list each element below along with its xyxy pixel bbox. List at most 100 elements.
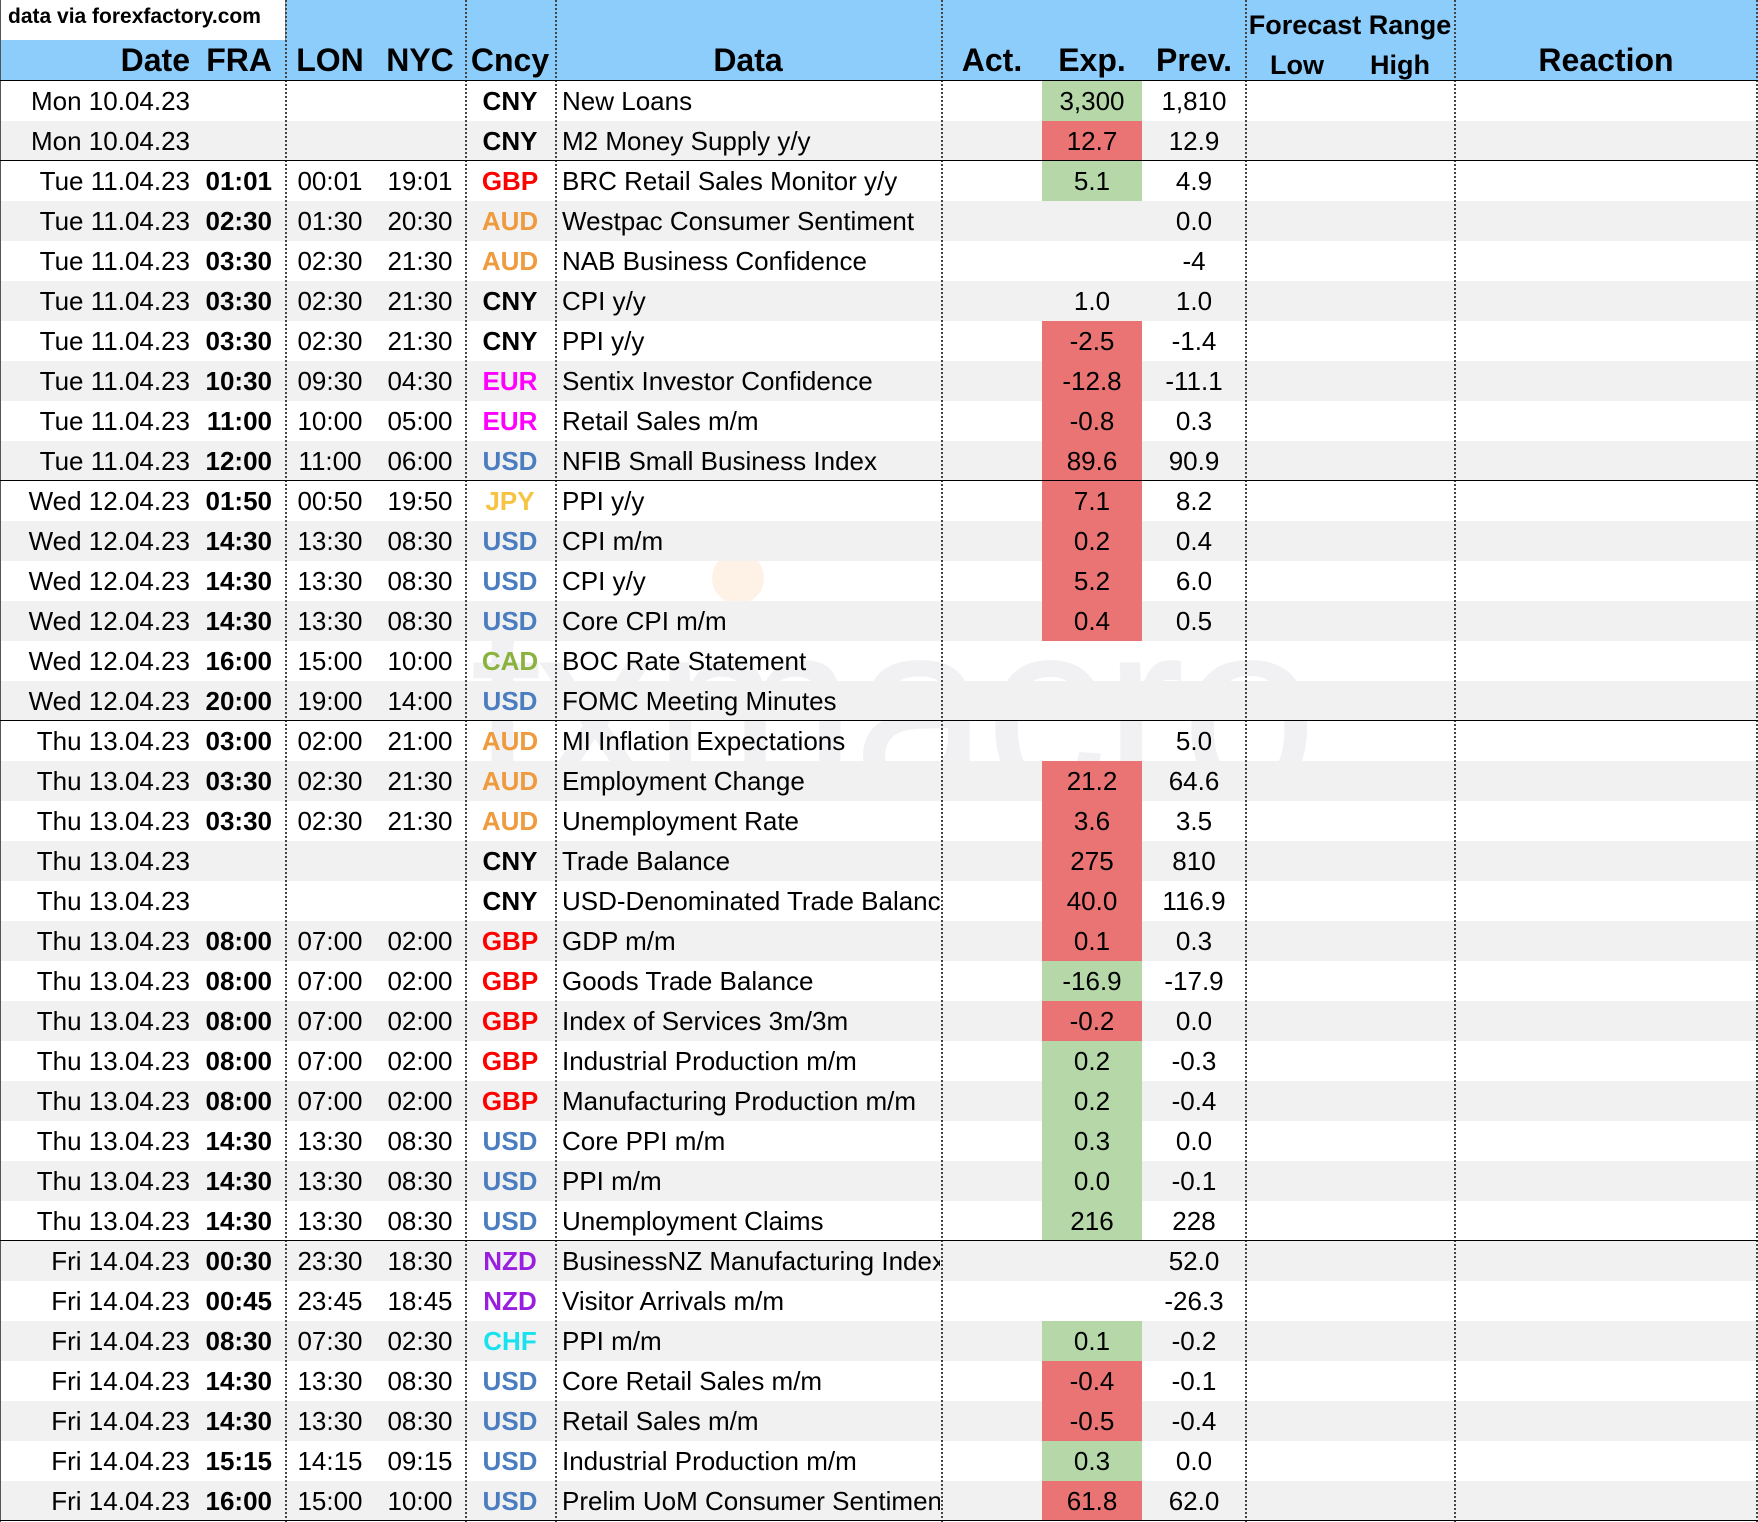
nyc-time-cell: 08:30 xyxy=(387,526,453,556)
lon-time-cell: 07:00 xyxy=(297,926,363,956)
actual-cell xyxy=(942,1081,1042,1121)
lon-time-cell: 14:15 xyxy=(297,1446,363,1476)
lon-time-cell: 13:30 xyxy=(297,1126,363,1156)
fra-time-cell: 08:30 xyxy=(205,1326,273,1356)
previous-cell: -0.4 xyxy=(1171,1406,1217,1436)
nyc-time-cell: 02:00 xyxy=(387,966,453,996)
lon-time-cell: 13:30 xyxy=(297,1406,363,1436)
nyc-time-cell: 02:00 xyxy=(387,926,453,956)
currency-cell: CNY xyxy=(482,126,538,156)
lon-time-cell: 02:30 xyxy=(297,246,363,276)
nyc-time-cell: 19:50 xyxy=(387,486,453,516)
table-row: Tue 11.04.23 03:30 02:30 21:30 CNY PPI y/y -2.… xyxy=(0,321,1758,361)
actual-cell xyxy=(942,1321,1042,1361)
currency-cell: GBP xyxy=(481,966,539,996)
expected-cell: 1.0 xyxy=(1073,286,1111,316)
date-cell: Fri 14.04.23 xyxy=(51,1486,190,1516)
fra-time-cell xyxy=(190,841,272,881)
nyc-time-cell: 21:00 xyxy=(387,726,453,756)
actual-cell xyxy=(942,281,1042,321)
fra-time-cell: 12:00 xyxy=(205,446,273,476)
actual-cell xyxy=(942,681,1042,721)
currency-cell: GBP xyxy=(481,926,539,956)
currency-cell: AUD xyxy=(481,206,539,236)
lon-time-cell: 02:30 xyxy=(297,286,363,316)
actual-cell xyxy=(942,1001,1042,1041)
header-lon: LON xyxy=(296,42,364,78)
previous-cell: -0.2 xyxy=(1171,1326,1217,1356)
lon-time-cell: 07:00 xyxy=(297,1046,363,1076)
nyc-time-cell xyxy=(374,841,466,881)
nyc-time-cell: 08:30 xyxy=(387,1166,453,1196)
expected-cell xyxy=(1042,1241,1142,1281)
table-row: Tue 11.04.23 11:00 10:00 05:00 EUR Retail Sal… xyxy=(0,401,1758,441)
currency-cell: AUD xyxy=(481,806,539,836)
table-row: Fri 14.04.23 08:30 07:30 02:30 CHF PPI m/m 0.1… xyxy=(0,1321,1758,1361)
expected-cell: 0.2 xyxy=(1042,521,1142,561)
fra-time-cell: 14:30 xyxy=(205,526,273,556)
currency-cell: USD xyxy=(482,1406,538,1436)
nyc-time-cell: 02:00 xyxy=(387,1006,453,1036)
event-name-cell: Industrial Production m/m xyxy=(562,1046,857,1076)
currency-cell: CNY xyxy=(482,86,538,116)
table-row: Wed 12.04.23 14:30 13:30 08:30 USD CPI y/y 5.2… xyxy=(0,561,1758,601)
event-name-cell: PPI m/m xyxy=(562,1326,662,1356)
header-act: Act. xyxy=(961,42,1023,78)
header-nyc: NYC xyxy=(386,42,454,78)
lon-time-cell: 02:00 xyxy=(297,726,363,756)
day-separator-wed xyxy=(0,480,1758,481)
date-cell: Wed 12.04.23 xyxy=(28,526,190,556)
table-row: Thu 13.04.23 14:30 13:30 08:30 USD Core PPI m… xyxy=(0,1121,1758,1161)
lon-time-cell: 13:30 xyxy=(297,566,363,596)
currency-cell: GBP xyxy=(481,1006,539,1036)
lon-time-cell: 13:30 xyxy=(297,1166,363,1196)
previous-cell: -11.1 xyxy=(1165,366,1223,396)
table-row: Thu 13.04.23 03:30 02:30 21:30 AUD Unemployme… xyxy=(0,801,1758,841)
grid-line-nyc-cncy xyxy=(465,0,467,1522)
nyc-time-cell: 21:30 xyxy=(387,326,453,356)
nyc-time-cell: 08:30 xyxy=(387,1126,453,1156)
actual-cell xyxy=(942,921,1042,961)
lon-time-cell: 02:30 xyxy=(297,766,363,796)
table-row: Thu 13.04.23 08:00 07:00 02:00 GBP GDP m/m 0.1… xyxy=(0,921,1758,961)
fra-time-cell xyxy=(190,881,272,921)
previous-cell: -0.3 xyxy=(1171,1046,1217,1076)
table-row: Wed 12.04.23 20:00 19:00 14:00 USD FOMC Meeti… xyxy=(0,681,1758,721)
lon-time-cell: 23:45 xyxy=(297,1286,363,1316)
date-cell: Thu 13.04.23 xyxy=(36,886,190,916)
nyc-time-cell: 05:00 xyxy=(387,406,453,436)
expected-cell: 5.2 xyxy=(1042,561,1142,601)
previous-cell: 3.5 xyxy=(1175,806,1213,836)
nyc-time-cell: 02:00 xyxy=(387,1046,453,1076)
event-name-cell: Prelim UoM Consumer Sentiment xyxy=(562,1486,940,1516)
actual-cell xyxy=(942,641,1042,681)
event-name-cell: CPI y/y xyxy=(562,286,646,316)
previous-cell: -26.3 xyxy=(1164,1286,1224,1316)
fra-time-cell: 03:00 xyxy=(205,726,273,756)
date-cell: Wed 12.04.23 xyxy=(28,686,190,716)
event-name-cell: NAB Business Confidence xyxy=(562,246,867,276)
nyc-time-cell: 21:30 xyxy=(387,766,453,796)
header-nyc-cell: NYC xyxy=(374,0,466,80)
event-name-cell: New Loans xyxy=(562,86,693,116)
currency-cell: AUD xyxy=(481,726,539,756)
previous-cell: 4.9 xyxy=(1175,166,1213,196)
lon-time-cell: 23:30 xyxy=(297,1246,363,1276)
header-date-cell: Date xyxy=(0,0,190,80)
header-bottom-line xyxy=(0,80,1758,81)
fra-time-cell: 10:30 xyxy=(205,366,273,396)
event-name-cell: Retail Sales m/m xyxy=(562,406,759,436)
fra-time-cell: 14:30 xyxy=(205,1166,273,1196)
previous-cell: 12.9 xyxy=(1168,126,1220,156)
previous-cell: 90.9 xyxy=(1168,446,1220,476)
date-cell: Wed 12.04.23 xyxy=(28,486,190,516)
currency-cell: GBP xyxy=(481,166,539,196)
currency-cell: CNY xyxy=(482,886,538,916)
date-cell: Wed 12.04.23 xyxy=(28,566,190,596)
actual-cell xyxy=(942,761,1042,801)
table-row: Tue 11.04.23 03:30 02:30 21:30 CNY CPI y/y 1.0… xyxy=(0,281,1758,321)
expected-cell: 0.4 xyxy=(1042,601,1142,641)
date-cell: Tue 11.04.23 xyxy=(39,326,190,356)
date-cell: Tue 11.04.23 xyxy=(39,286,190,316)
nyc-time-cell xyxy=(374,881,466,921)
